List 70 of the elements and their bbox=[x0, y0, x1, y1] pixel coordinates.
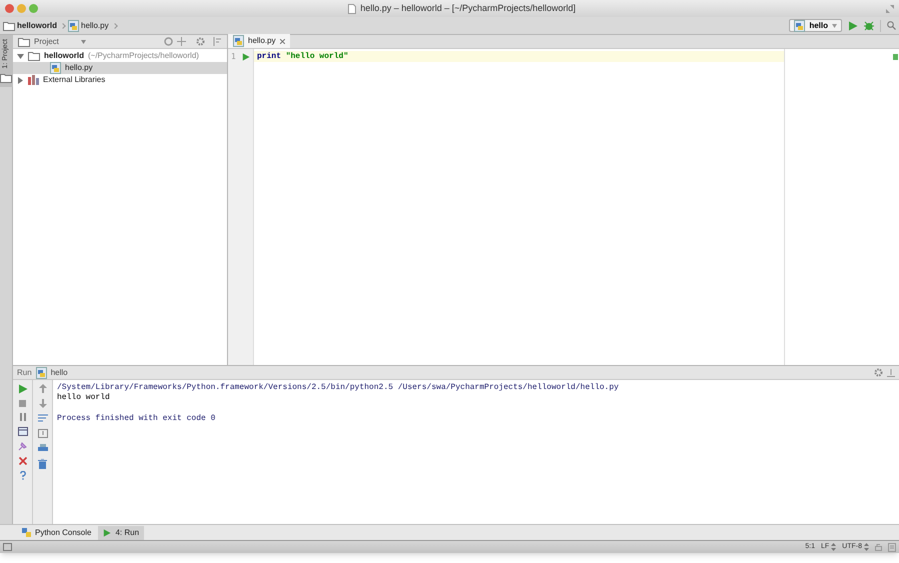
trash-icon[interactable] bbox=[38, 459, 47, 469]
tree-label: helloworld bbox=[44, 50, 84, 62]
python-file-icon bbox=[233, 35, 244, 47]
run-line-icon[interactable] bbox=[242, 52, 250, 60]
breadcrumb[interactable]: hello.py bbox=[81, 20, 109, 32]
console-line: hello world bbox=[57, 393, 111, 403]
folder-icon bbox=[3, 20, 15, 30]
printer-icon[interactable] bbox=[38, 444, 48, 453]
line-number: 1 bbox=[231, 50, 236, 62]
tree-item[interactable]: helloworld (~/PycharmProjects/helloworld) bbox=[13, 50, 227, 62]
gear-icon[interactable] bbox=[874, 368, 883, 377]
inspector-icon[interactable] bbox=[888, 542, 896, 552]
python-file-icon bbox=[68, 20, 79, 32]
run-config-label: hello bbox=[50, 366, 68, 378]
tool-window-tab[interactable]: 4: Run bbox=[98, 526, 144, 540]
tool-windows-icon[interactable] bbox=[3, 543, 12, 551]
python-file-icon bbox=[36, 366, 47, 378]
rerun-icon[interactable] bbox=[18, 384, 28, 394]
expand-arrow-icon[interactable] bbox=[17, 76, 24, 84]
fullscreen-icon[interactable] bbox=[886, 4, 894, 12]
tree-item[interactable]: External Libraries bbox=[13, 74, 227, 86]
breadcrumb-separator-icon bbox=[60, 22, 66, 28]
console-line: Process finished with exit code 0 bbox=[57, 414, 216, 424]
up-arrow-icon[interactable] bbox=[38, 384, 46, 393]
zoom-button[interactable] bbox=[29, 4, 38, 13]
up-down-icon[interactable] bbox=[831, 543, 836, 551]
status-marker bbox=[893, 54, 898, 60]
pause-icon[interactable] bbox=[18, 413, 26, 421]
tree-label: hello.py bbox=[65, 62, 93, 74]
minimize-panel-icon[interactable] bbox=[887, 368, 895, 376]
run-icon[interactable] bbox=[848, 20, 858, 30]
layout-icon[interactable] bbox=[18, 427, 28, 436]
lock-icon[interactable] bbox=[875, 543, 882, 551]
caret-icon[interactable] bbox=[80, 40, 86, 44]
editor-tab[interactable]: hello.py bbox=[228, 34, 290, 48]
gear-icon[interactable] bbox=[196, 37, 205, 46]
help-icon[interactable] bbox=[20, 471, 26, 480]
pin-icon[interactable] bbox=[18, 442, 27, 451]
collapse-all-icon[interactable] bbox=[177, 37, 186, 46]
tree-path: (~/PycharmProjects/helloworld) bbox=[88, 50, 199, 62]
close-icon[interactable] bbox=[18, 457, 26, 465]
console-line: /System/Library/Frameworks/Python.framework/Versions/2.5/bin/python2.5 /Users/swa/PycharmProjects/helloworld/hello.py bbox=[57, 383, 620, 393]
run-config-dropdown[interactable]: hello bbox=[789, 19, 842, 32]
run-icon[interactable] bbox=[103, 528, 112, 536]
down-arrow-icon[interactable] bbox=[38, 399, 46, 408]
breadcrumb[interactable]: helloworld bbox=[17, 20, 57, 32]
minimize-button[interactable] bbox=[17, 4, 26, 13]
python-icon bbox=[22, 528, 31, 537]
search-icon[interactable] bbox=[887, 21, 896, 30]
close-icon[interactable] bbox=[280, 38, 285, 44]
bug-icon[interactable] bbox=[864, 20, 874, 30]
code-line: print "hello world" bbox=[257, 50, 348, 62]
library-icon bbox=[28, 75, 39, 85]
document-icon bbox=[348, 4, 356, 14]
close-button[interactable] bbox=[5, 4, 14, 13]
target-icon[interactable] bbox=[164, 37, 173, 46]
soft-wrap-icon[interactable] bbox=[38, 414, 48, 423]
hide-panel-icon[interactable] bbox=[213, 37, 222, 46]
tool-window-tab[interactable]: Python Console bbox=[17, 526, 96, 540]
scroll-end-icon[interactable] bbox=[38, 429, 48, 438]
panel-title[interactable]: Project bbox=[34, 36, 59, 48]
tree-item[interactable]: hello.py bbox=[13, 62, 227, 74]
window-title: hello.py – helloworld – [~/PycharmProjects/helloworld] bbox=[360, 2, 576, 15]
collapse-arrow-icon[interactable] bbox=[17, 52, 24, 60]
python-file-icon bbox=[50, 62, 61, 74]
up-down-icon[interactable] bbox=[864, 543, 869, 551]
python-file-icon bbox=[794, 20, 806, 32]
panel-title: Run bbox=[17, 366, 32, 378]
tree-label: External Libraries bbox=[43, 74, 106, 86]
caret-icon bbox=[832, 24, 837, 28]
